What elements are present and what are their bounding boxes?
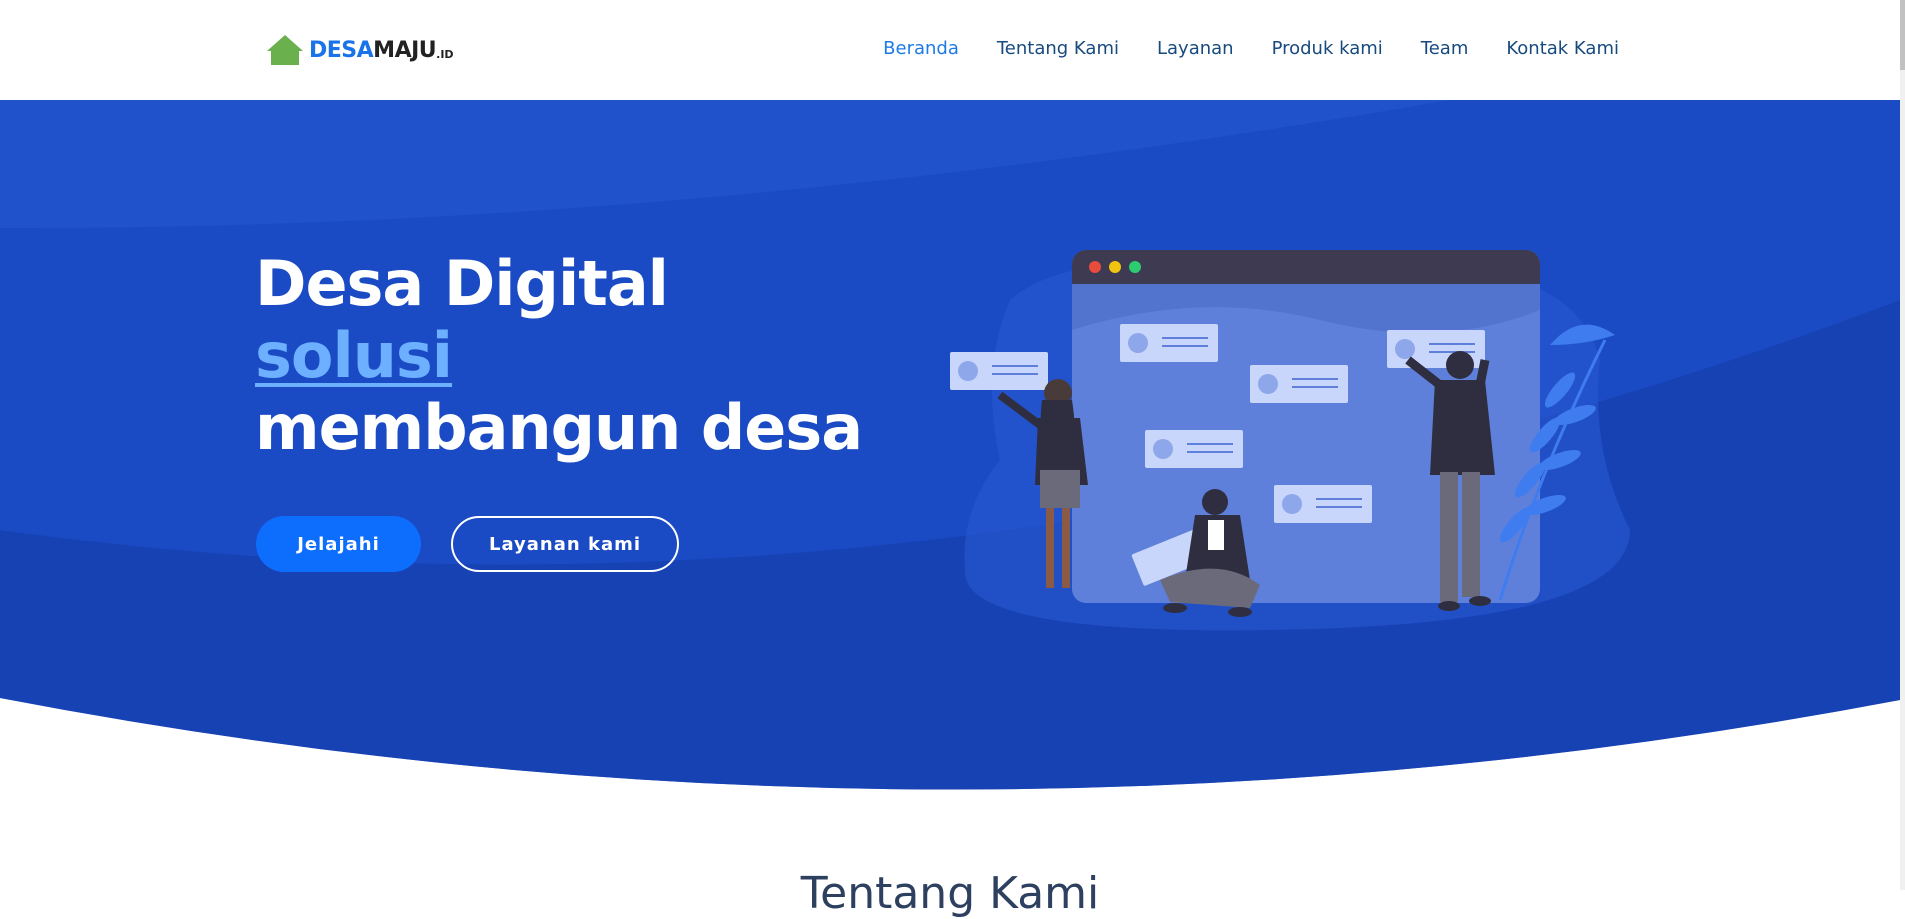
page-scrollbar-thumb[interactable] [1900,0,1905,70]
nav-item-team[interactable]: Team [1421,38,1469,59]
house-icon [267,35,303,65]
about-section-title: Tentang Kami [800,868,1100,919]
brand-name-part2: MAJU [373,37,437,63]
services-button[interactable]: Layanan kami [451,516,679,572]
nav-item-kontak-kami[interactable]: Kontak Kami [1506,38,1619,59]
nav-item-layanan[interactable]: Layanan [1157,38,1234,59]
team-collaboration-illustration [950,250,1630,631]
nav-item-beranda[interactable]: Beranda [883,38,959,59]
hero-line-3: membangun desa [255,391,863,464]
nav-item-tentang-kami[interactable]: Tentang Kami [997,38,1119,59]
explore-button[interactable]: Jelajahi [256,516,421,572]
site-header: DESA MAJU .ID Beranda Tentang Kami Layan… [0,0,1900,100]
page-scrollbar-track[interactable] [1900,0,1905,890]
brand-tld: .ID [436,47,454,61]
hero-line-1: Desa Digital [255,247,669,320]
hero-headline: Desa Digital solusi membangun desa [255,247,863,464]
brand-name-part1: DESA [309,37,374,63]
brand-logo[interactable]: DESA MAJU .ID [265,33,454,67]
main-nav: Beranda Tentang Kami Layanan Produk kami… [883,38,1619,59]
nav-item-produk-kami[interactable]: Produk kami [1272,38,1383,59]
hero-line-2[interactable]: solusi [255,320,862,392]
